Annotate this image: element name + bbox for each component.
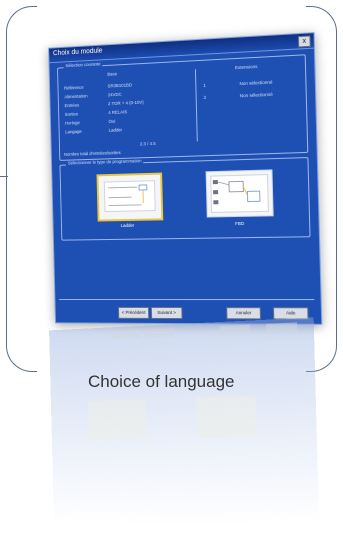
close-button[interactable]: x <box>297 35 311 48</box>
vertical-divider <box>194 69 198 142</box>
next-button[interactable]: Suivant > <box>150 306 183 320</box>
ladder-diagram-icon <box>98 175 161 220</box>
extension-status: Non sélectionné <box>239 79 273 87</box>
row-key: Alimentation <box>64 93 88 100</box>
fbd-option-card[interactable] <box>205 169 274 218</box>
module-dialog-window: Choix du module x Sélection courante Bas… <box>48 32 323 325</box>
fbd-diagram-icon <box>207 170 273 216</box>
language-group-label: Sélectionner le type de programmation <box>65 158 144 166</box>
fbd-option-label: FBD <box>235 220 245 227</box>
extension-slot: 2 <box>203 94 207 100</box>
window-title: Choix du module <box>52 47 103 58</box>
row-value: 24VDC <box>107 91 122 98</box>
row-key: Horloge <box>64 120 80 126</box>
reflection-button <box>266 322 298 332</box>
row-value: Oui <box>108 118 116 124</box>
row-key: Entrées <box>64 102 80 109</box>
reflection-fbd-card <box>195 395 257 438</box>
row-key: Langage <box>65 128 82 135</box>
row-key: Sorties <box>64 111 78 117</box>
extension-status: Non sélectionné <box>239 91 273 99</box>
module-version: 2.3 / 4.5 <box>139 140 156 147</box>
module-group-label: Sélection courante <box>63 61 103 69</box>
module-selection-group: Sélection courante Base Référence SR3B10… <box>57 54 309 161</box>
footer-divider <box>59 299 315 301</box>
frame-tick <box>0 176 8 177</box>
row-value: 2 TOR + 4 (0-10V) <box>107 99 144 107</box>
reflection-button <box>111 329 141 340</box>
reflection-button <box>144 328 174 338</box>
frame-left-bracket <box>6 6 37 372</box>
row-key: Référence <box>64 84 84 91</box>
module-name: Base <box>107 71 118 77</box>
row-value: 4 RELAIS <box>108 109 128 116</box>
io-total-label: Nombre total d'entrées/sorties <box>63 150 121 157</box>
reflection-ladder-card <box>88 399 148 441</box>
ladder-option-label: Ladder <box>120 222 135 228</box>
language-selection-group: Sélectionner le type de programmation La… <box>59 157 311 241</box>
previous-button[interactable]: < Précédent <box>118 306 150 319</box>
window-reflection <box>49 317 320 525</box>
extension-slot: 1 <box>203 82 206 88</box>
ladder-option-card[interactable] <box>96 172 164 222</box>
row-value: SR3B101BD <box>107 82 133 89</box>
caption-text: Choice of language <box>88 372 235 391</box>
reflection-button <box>219 324 250 335</box>
row-value: Ladder <box>108 127 123 133</box>
extensions-title: Extensions <box>234 63 258 71</box>
cancel-button[interactable]: Annuler <box>226 307 262 320</box>
